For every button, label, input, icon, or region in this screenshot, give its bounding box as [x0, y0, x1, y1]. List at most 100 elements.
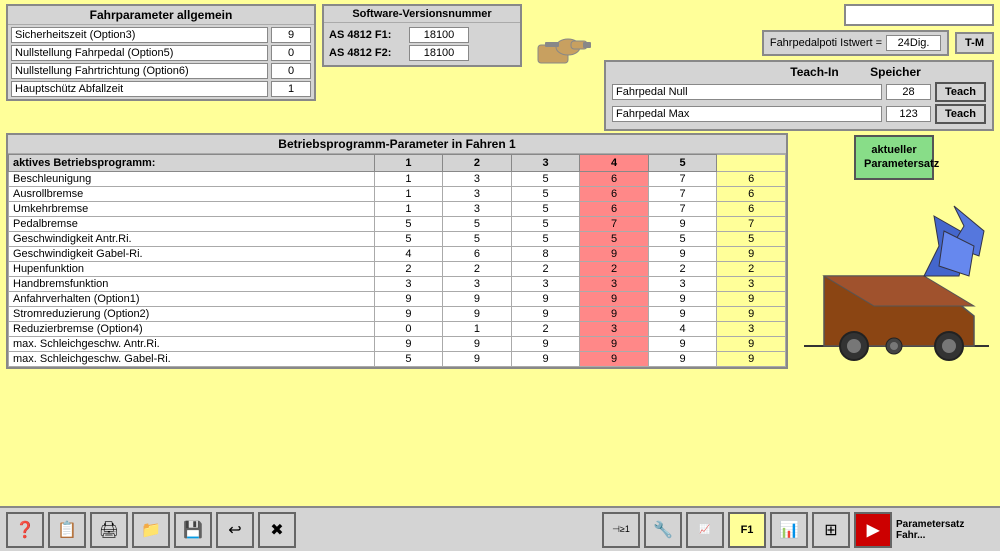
- cell-10-4[interactable]: 4: [648, 322, 717, 337]
- cell-8-4[interactable]: 9: [648, 292, 717, 307]
- folder-button[interactable]: 📁: [132, 512, 170, 548]
- save-button[interactable]: 💾: [174, 512, 212, 548]
- cell-8-3[interactable]: 9: [580, 292, 649, 307]
- save-icon: 💾: [183, 520, 203, 540]
- cell-3-3[interactable]: 7: [580, 217, 649, 232]
- cell-12-2[interactable]: 9: [511, 352, 580, 367]
- cell-11-2[interactable]: 9: [511, 337, 580, 352]
- step-button[interactable]: ⊣≥1: [602, 512, 640, 548]
- cell-6-0[interactable]: 2: [374, 262, 443, 277]
- teach-row-label-0: Fahrpedal Null: [612, 84, 882, 100]
- cell-1-0[interactable]: 1: [374, 187, 443, 202]
- print-button[interactable]: 🖨: [90, 512, 128, 548]
- wrench-button[interactable]: 🔧: [644, 512, 682, 548]
- betrieb-section: Betriebsprogramm-Parameter in Fahren 1 a…: [0, 133, 1000, 369]
- cell-7-0[interactable]: 3: [374, 277, 443, 292]
- grid-button[interactable]: ⊞: [812, 512, 850, 548]
- cell-3-4[interactable]: 9: [648, 217, 717, 232]
- document-button[interactable]: 📋: [48, 512, 86, 548]
- teach-button-1[interactable]: Teach: [935, 104, 986, 124]
- cell-10-1[interactable]: 1: [443, 322, 512, 337]
- cell-3-2[interactable]: 5: [511, 217, 580, 232]
- cell-8-0[interactable]: 9: [374, 292, 443, 307]
- toolbar-left: ❓ 📋 🖨 📁 💾 ↩ ✖: [6, 512, 296, 548]
- cell-9-0[interactable]: 9: [374, 307, 443, 322]
- cell-5-4[interactable]: 9: [648, 247, 717, 262]
- cell-3-1[interactable]: 5: [443, 217, 512, 232]
- cell-10-2[interactable]: 2: [511, 322, 580, 337]
- tm-button[interactable]: T-M: [955, 32, 994, 54]
- graph-button[interactable]: 📊: [770, 512, 808, 548]
- aktueller-parametersatz-button[interactable]: aktueller Parametersatz: [854, 135, 934, 180]
- cell-5-1[interactable]: 6: [443, 247, 512, 262]
- cell-5-3[interactable]: 9: [580, 247, 649, 262]
- cell-9-3[interactable]: 9: [580, 307, 649, 322]
- teach-button-0[interactable]: Teach: [935, 82, 986, 102]
- cell-10-0[interactable]: 0: [374, 322, 443, 337]
- cell-8-2[interactable]: 9: [511, 292, 580, 307]
- cell-4-3[interactable]: 5: [580, 232, 649, 247]
- cell-7-2[interactable]: 3: [511, 277, 580, 292]
- cell-12-0[interactable]: 5: [374, 352, 443, 367]
- cell-5-0[interactable]: 4: [374, 247, 443, 262]
- cell-4-2[interactable]: 5: [511, 232, 580, 247]
- cell-0-2[interactable]: 5: [511, 172, 580, 187]
- nav-button[interactable]: ▶: [854, 512, 892, 548]
- cancel-button[interactable]: ✖: [258, 512, 296, 548]
- fahrparam-value-3[interactable]: 1: [271, 81, 311, 97]
- cell-7-3[interactable]: 3: [580, 277, 649, 292]
- cell-0-3[interactable]: 6: [580, 172, 649, 187]
- fahrparam-row-1: Nullstellung Fahrpedal (Option5) 0: [11, 45, 311, 61]
- cell-11-1[interactable]: 9: [443, 337, 512, 352]
- cell-1-3[interactable]: 6: [580, 187, 649, 202]
- cell-2-1[interactable]: 3: [443, 202, 512, 217]
- fahrparam-value-0[interactable]: 9: [271, 27, 311, 43]
- cell-1-4[interactable]: 7: [648, 187, 717, 202]
- cell-12-4[interactable]: 9: [648, 352, 717, 367]
- sw-row-1: AS 4812 F2: 18100: [329, 45, 515, 61]
- fahrparam-value-2[interactable]: 0: [271, 63, 311, 79]
- col-extra: [717, 155, 786, 172]
- cell-6-4[interactable]: 2: [648, 262, 717, 277]
- cell-5-2[interactable]: 8: [511, 247, 580, 262]
- cell-1-1[interactable]: 3: [443, 187, 512, 202]
- cell-extra-2: 6: [717, 202, 786, 217]
- back-button[interactable]: ↩: [216, 512, 254, 548]
- chart-button[interactable]: 📈: [686, 512, 724, 548]
- cell-6-1[interactable]: 2: [443, 262, 512, 277]
- document-icon: 📋: [57, 520, 77, 540]
- cell-9-1[interactable]: 9: [443, 307, 512, 322]
- help-button[interactable]: ❓: [6, 512, 44, 548]
- cell-12-1[interactable]: 9: [443, 352, 512, 367]
- cell-3-0[interactable]: 5: [374, 217, 443, 232]
- cell-2-4[interactable]: 7: [648, 202, 717, 217]
- f1-button[interactable]: F1: [728, 512, 766, 548]
- cell-11-4[interactable]: 9: [648, 337, 717, 352]
- cell-4-0[interactable]: 5: [374, 232, 443, 247]
- cell-7-1[interactable]: 3: [443, 277, 512, 292]
- cell-8-1[interactable]: 9: [443, 292, 512, 307]
- cell-0-0[interactable]: 1: [374, 172, 443, 187]
- cell-4-4[interactable]: 5: [648, 232, 717, 247]
- cell-0-1[interactable]: 3: [443, 172, 512, 187]
- cell-11-0[interactable]: 9: [374, 337, 443, 352]
- cell-2-0[interactable]: 1: [374, 202, 443, 217]
- cell-9-2[interactable]: 9: [511, 307, 580, 322]
- top-display-input[interactable]: [844, 4, 994, 26]
- cell-6-3[interactable]: 2: [580, 262, 649, 277]
- cell-2-2[interactable]: 5: [511, 202, 580, 217]
- cell-10-3[interactable]: 3: [580, 322, 649, 337]
- cell-6-2[interactable]: 2: [511, 262, 580, 277]
- cell-2-3[interactable]: 6: [580, 202, 649, 217]
- cell-7-4[interactable]: 3: [648, 277, 717, 292]
- table-row: Umkehrbremse135676: [9, 202, 786, 217]
- cell-0-4[interactable]: 7: [648, 172, 717, 187]
- col-5: 5: [648, 155, 717, 172]
- fahrparam-label-1: Nullstellung Fahrpedal (Option5): [11, 45, 268, 61]
- fahrparam-value-1[interactable]: 0: [271, 45, 311, 61]
- cell-12-3[interactable]: 9: [580, 352, 649, 367]
- cell-4-1[interactable]: 5: [443, 232, 512, 247]
- cell-11-3[interactable]: 9: [580, 337, 649, 352]
- cell-9-4[interactable]: 9: [648, 307, 717, 322]
- cell-1-2[interactable]: 5: [511, 187, 580, 202]
